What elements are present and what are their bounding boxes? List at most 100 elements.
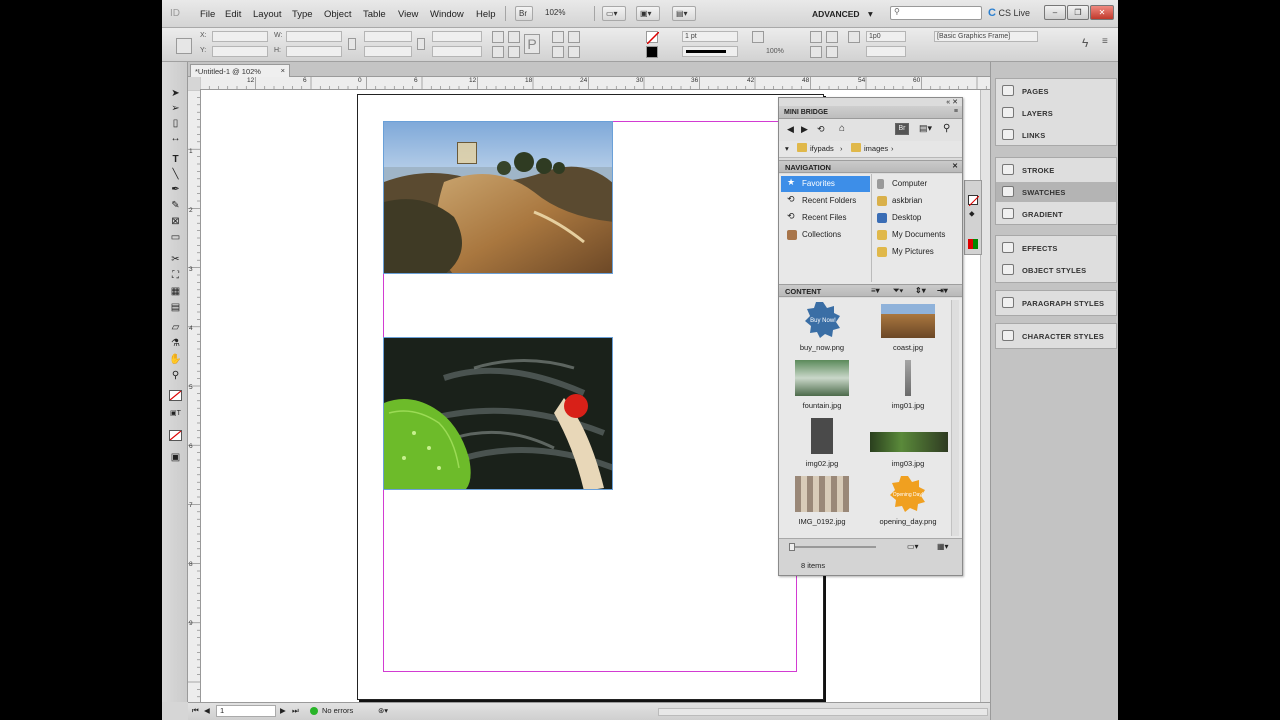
shear-field[interactable] [432,46,482,57]
gradient-panel-tab[interactable]: GRADIENT [996,204,1116,224]
stroke-swatch-icon[interactable] [646,46,658,58]
panel-collapse-icon[interactable]: « ✕ [946,98,958,106]
opacity-value[interactable]: 100% [766,48,784,55]
note-tool-icon[interactable]: ▱ [169,322,182,333]
first-page-icon[interactable]: ⏮ [192,706,199,716]
nav-askbrian[interactable]: askbrian [871,193,960,209]
restore-button[interactable]: ❐ [1067,5,1089,20]
menu-table[interactable]: Table [363,9,386,20]
view-mode-icon[interactable]: ▭▾ [907,542,919,551]
links-panel-tab[interactable]: LINKS [996,125,1116,145]
koi-image-frame[interactable] [383,337,613,490]
last-page-icon[interactable]: ⏭ [292,706,299,716]
corner-options-icon[interactable] [848,31,860,43]
stroke-type-select[interactable] [682,46,738,57]
arrange-documents-icon[interactable]: ▤▾ [672,6,696,21]
scale-y-field[interactable] [364,46,412,57]
panel-menu-icon[interactable]: ≡ [954,108,958,115]
vertical-ruler[interactable]: 1 2 3 4 5 6 7 8 9 [188,90,201,702]
text-wrap-jump-icon[interactable] [826,46,838,58]
view-options-icon[interactable]: ▭▾ [602,6,626,21]
menu-window[interactable]: Window [430,9,464,20]
breadcrumb-item[interactable]: images [864,144,888,153]
page-tool-icon[interactable]: ▯ [169,118,182,129]
color-swatch-icon[interactable] [968,239,978,249]
grid-view-icon[interactable]: ▦▾ [937,542,949,551]
close-icon[interactable]: ✕ [952,162,958,170]
content-header[interactable]: CONTENT ≡▾ ⏷▾ ⇕▾ ⇥▾ [779,284,962,297]
nav-recent-folders[interactable]: ⟲ Recent Folders [781,193,870,209]
zoom-tool-icon[interactable]: ⚲ [169,370,182,381]
quick-apply-icon[interactable]: ϟ [1082,36,1088,50]
free-transform-tool-icon[interactable]: ⛶ [169,270,182,281]
gap-tool-icon[interactable]: ↔ [169,133,182,144]
sort-order-icon[interactable]: ⇕▾ [915,286,926,295]
swap-fill-stroke-icon[interactable]: ⬥ [969,209,975,219]
rotate-cw-icon[interactable] [492,31,504,43]
tab-close-icon[interactable]: × [281,66,285,75]
gradient-feather-tool-icon[interactable]: ▤ [169,302,182,313]
menu-edit[interactable]: Edit [225,9,241,20]
sort-icon[interactable]: ≡▾ [871,286,880,295]
coast-image-frame[interactable] [383,121,613,274]
gradient-swatch-tool-icon[interactable]: ▦ [169,286,182,297]
effects-panel-tab[interactable]: EFFECTS [996,238,1116,258]
cs-live-button[interactable]: C CS Live [988,7,1030,19]
text-wrap-none-icon[interactable] [810,31,822,43]
constrain-proportions-icon[interactable] [348,38,356,50]
file-thumb-img01[interactable]: img01.jpg [865,358,951,416]
file-thumb-buy-now[interactable]: Buy Now! buy_now.png [779,300,865,358]
nav-computer[interactable]: Computer [871,176,960,192]
object-styles-panel-tab[interactable]: OBJECT STYLES [996,260,1116,280]
stroke-weight-field[interactable]: 1 pt [682,31,738,42]
panel-menu-icon[interactable]: ≡ [1102,36,1108,47]
menu-view[interactable]: View [398,9,418,20]
horizontal-ruler[interactable]: 12 6 0 6 12 18 24 30 36 42 48 54 60 [200,77,990,90]
chevron-down-icon[interactable]: ▾ [868,9,873,20]
object-style-select[interactable]: [Basic Graphics Frame] [934,31,1038,42]
close-button[interactable]: ✕ [1090,5,1114,20]
hand-tool-icon[interactable]: ✋ [169,354,182,365]
type-tool-icon[interactable]: T [169,154,182,165]
bridge-button[interactable]: Br [515,6,533,21]
scale-link-icon[interactable] [417,38,425,50]
stroke-panel-tab[interactable]: STROKE [996,160,1116,180]
forward-icon[interactable]: ▶ [801,124,808,135]
next-page-icon[interactable]: ▶ [280,706,286,715]
filter-icon[interactable]: ⏷▾ [893,286,903,296]
y-field[interactable] [212,46,268,57]
chevron-down-icon[interactable]: ▾ [785,144,789,153]
menu-layout[interactable]: Layout [253,9,282,20]
screen-mode-tool-icon[interactable]: ▣ [169,452,182,463]
x-field[interactable] [212,31,268,42]
selection-tool-icon[interactable]: ➤ [169,88,182,99]
nav-desktop[interactable]: Desktop [871,210,960,226]
file-thumb-opening-day[interactable]: Opening Day! opening_day.png [865,474,951,532]
swatch-none-icon[interactable] [968,195,980,207]
text-wrap-bbox-icon[interactable] [826,31,838,43]
character-styles-panel-tab[interactable]: CHARACTER STYLES [996,326,1116,346]
direct-selection-tool-icon[interactable]: ➢ [169,103,182,114]
screen-mode-icon[interactable]: ▣▾ [636,6,660,21]
flip-vertical-icon[interactable] [508,46,520,58]
nav-favorites[interactable]: ★ Favorites [781,176,870,192]
preflight-status[interactable]: No errors [322,706,353,715]
slider-handle[interactable] [789,543,795,551]
thumbnail-size-slider[interactable] [791,546,876,548]
rotation-field[interactable] [432,31,482,42]
select-previous-icon[interactable] [552,46,564,58]
eyedropper-tool-icon[interactable]: ⚗ [169,338,182,349]
file-thumb-coast[interactable]: coast.jpg [865,300,951,358]
text-wrap-shape-icon[interactable] [810,46,822,58]
rotate-ccw-icon[interactable] [508,31,520,43]
scale-x-field[interactable] [364,31,412,42]
launch-bridge-icon[interactable]: Br [895,123,909,135]
formatting-affects-container-icon[interactable]: ▣T [169,408,182,419]
tools-menu-icon[interactable]: ⇥▾ [937,286,948,295]
corner-shape-select[interactable] [866,46,906,57]
mini-bridge-title[interactable]: MINI BRIDGE ≡ [779,106,962,119]
flip-horizontal-icon[interactable] [492,46,504,58]
file-thumb-img-0192[interactable]: IMG_0192.jpg [779,474,865,532]
home-icon[interactable]: ⌂ [839,123,845,134]
navigation-header[interactable]: NAVIGATION ✕ [779,160,962,173]
